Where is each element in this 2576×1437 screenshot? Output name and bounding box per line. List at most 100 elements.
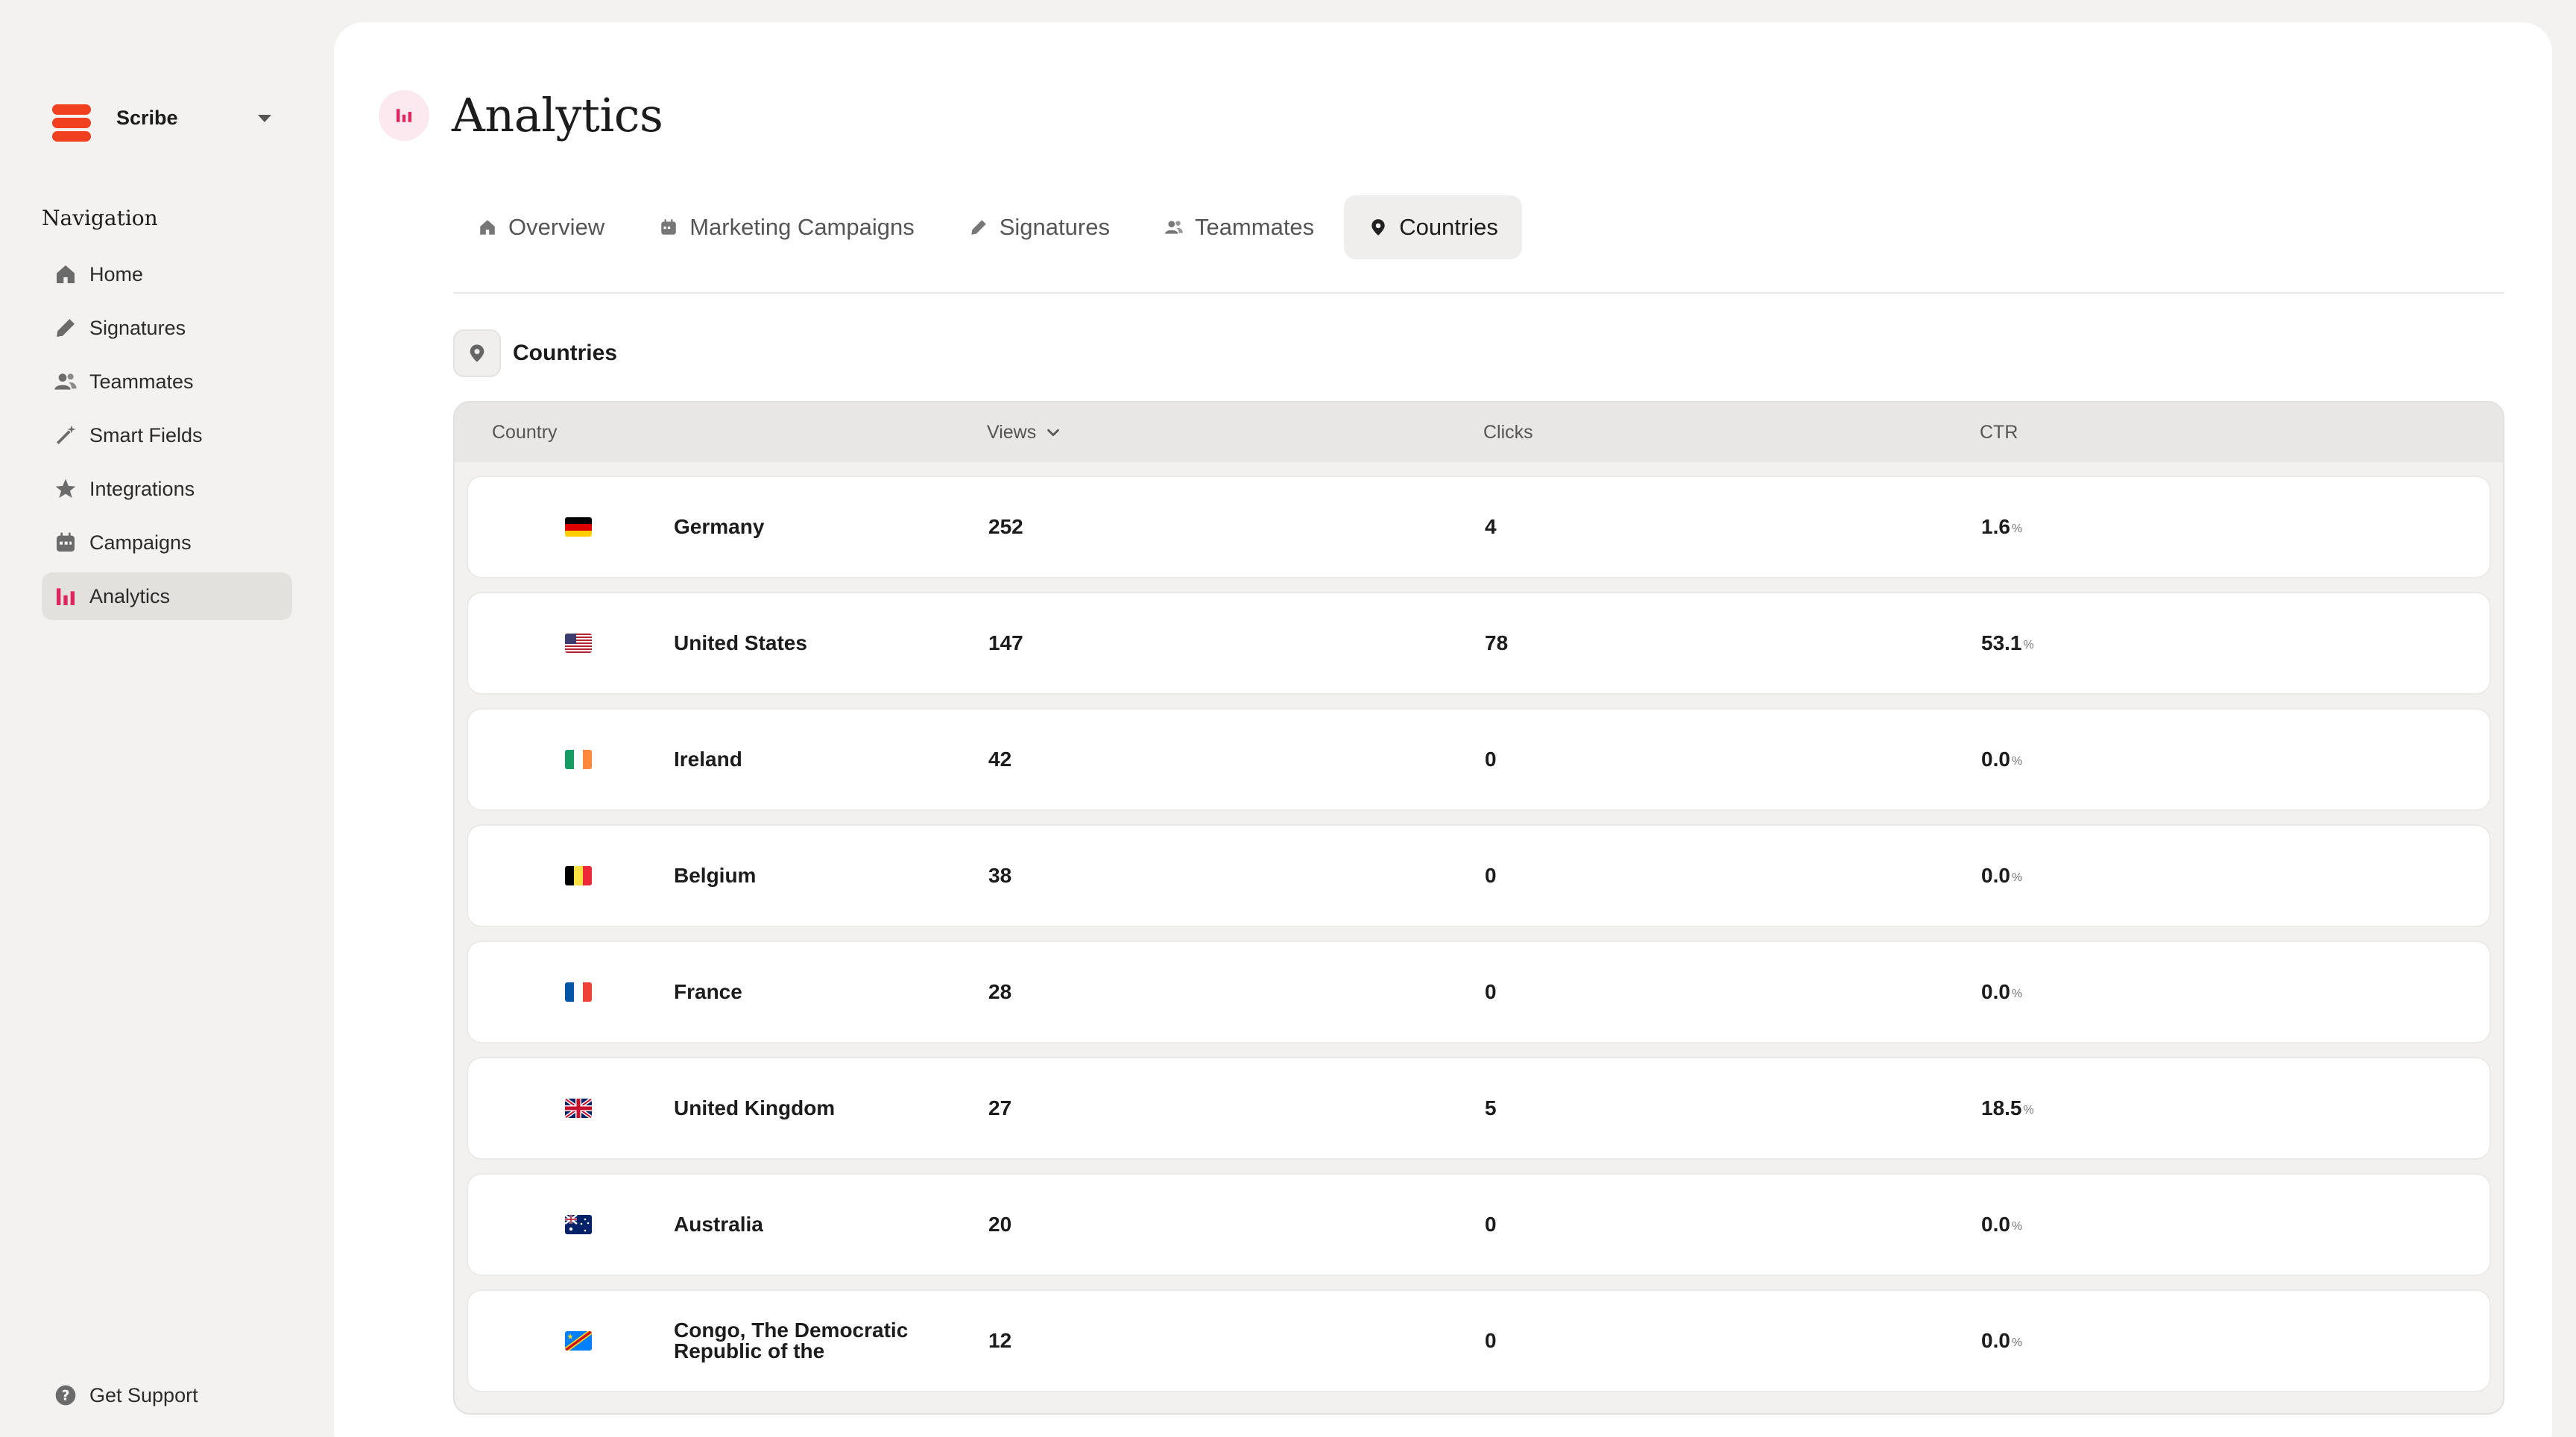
pen-icon: [968, 217, 989, 238]
main-panel: Analytics Overview Marketing Campaigns S…: [334, 22, 2552, 1437]
chart-bar-icon: [379, 89, 429, 141]
tab-overview[interactable]: Overview: [453, 195, 628, 259]
sidebar-item-campaigns[interactable]: Campaigns: [42, 519, 292, 566]
tab-marketing-campaigns[interactable]: Marketing Campaigns: [634, 195, 938, 259]
views-value: 20: [988, 1213, 1012, 1236]
help-icon: ?: [52, 1382, 79, 1409]
views-value: 27: [988, 1096, 1012, 1119]
country-name: Australia: [674, 1213, 763, 1236]
calendar-icon: [52, 529, 79, 556]
workspace-switcher[interactable]: Scribe: [42, 83, 292, 152]
country-name: Germany: [674, 515, 765, 538]
ctr-value: 0.0: [1981, 980, 2010, 1003]
home-icon: [52, 261, 79, 288]
flag-germany-icon: [565, 477, 592, 577]
calendar-icon: [658, 217, 679, 238]
table-row[interactable]: Congo, The Democratic Republic of the 12…: [467, 1289, 2491, 1392]
tab-signatures[interactable]: Signatures: [944, 195, 1134, 259]
workspace-name: Scribe: [116, 106, 178, 129]
clicks-value: 0: [1485, 748, 1497, 771]
column-header-views[interactable]: Views: [987, 402, 1061, 462]
ctr-unit: %: [2011, 988, 2023, 1000]
country-name: Congo, The Democratic Republic of the: [674, 1318, 909, 1362]
app: Scribe Navigation Home Signatures Teamma…: [0, 0, 2576, 1437]
tab-label: Overview: [508, 214, 605, 240]
column-header-clicks[interactable]: Clicks: [1483, 402, 1533, 462]
sidebar-item-signatures[interactable]: Signatures: [42, 304, 292, 352]
sidebar-item-label: Signatures: [89, 316, 186, 339]
flag-france-icon: [565, 942, 592, 1042]
get-support-link[interactable]: ? Get Support: [42, 1371, 292, 1419]
table-row[interactable]: United Kingdom 27 5 18.5%: [467, 1057, 2491, 1160]
table-header: Country Views Clicks CTR: [455, 402, 2503, 462]
ctr-cell: 0.0%: [1981, 942, 2022, 1042]
ctr-value: 1.6: [1981, 515, 2010, 538]
views-value: 42: [988, 748, 1012, 771]
location-pin-icon: [453, 329, 501, 377]
nav-heading: Navigation: [42, 206, 158, 230]
table-row[interactable]: United States 147 78 53.1%: [467, 592, 2491, 695]
clicks-value: 5: [1485, 1096, 1497, 1119]
table-row[interactable]: Ireland 42 0 0.0%: [467, 708, 2491, 811]
page-header: Analytics: [379, 88, 663, 142]
ctr-cell: 0.0%: [1981, 710, 2022, 809]
location-pin-icon: [1368, 217, 1389, 238]
country-name: Belgium: [674, 864, 757, 887]
section-header: Countries: [453, 329, 617, 377]
clicks-value: 4: [1485, 515, 1497, 538]
table-row[interactable]: Germany 252 4 1.6%: [467, 476, 2491, 578]
country-name: France: [674, 980, 742, 1003]
ctr-value: 0.0: [1981, 1213, 2010, 1236]
ctr-value: 0.0: [1981, 1329, 2010, 1352]
column-header-country[interactable]: Country: [492, 402, 558, 462]
country-name: United Kingdom: [674, 1096, 836, 1119]
ctr-unit: %: [2011, 1220, 2023, 1233]
ctr-value: 0.0: [1981, 864, 2010, 887]
ctr-cell: 0.0%: [1981, 1175, 2022, 1275]
table-row[interactable]: France 28 0 0.0%: [467, 941, 2491, 1043]
nav-list: Home Signatures Teammates Smart Fields I…: [42, 250, 292, 626]
countries-table: Country Views Clicks CTR Germany 252 4 1…: [453, 401, 2504, 1415]
ctr-unit: %: [2011, 871, 2023, 884]
table-row[interactable]: Australia 20 0 0.0%: [467, 1173, 2491, 1276]
clicks-value: 0: [1485, 980, 1497, 1003]
flag-australia-icon: [565, 1175, 592, 1275]
flag-dr-congo-icon: [565, 1291, 592, 1391]
ctr-unit: %: [2011, 755, 2023, 768]
ctr-cell: 0.0%: [1981, 826, 2022, 926]
tabs-divider: [453, 292, 2504, 294]
page-title: Analytics: [452, 88, 663, 142]
table-row[interactable]: Belgium 38 0 0.0%: [467, 824, 2491, 927]
column-header-ctr[interactable]: CTR: [1980, 402, 2018, 462]
ctr-value: 53.1: [1981, 631, 2022, 654]
ctr-unit: %: [2023, 1104, 2034, 1117]
tab-label: Teammates: [1194, 214, 1315, 240]
chevron-down-icon: [1047, 429, 1060, 437]
views-value: 12: [988, 1329, 1012, 1352]
sidebar-item-label: Home: [89, 262, 144, 285]
sidebar-item-home[interactable]: Home: [42, 250, 292, 298]
clicks-value: 78: [1485, 631, 1509, 654]
flag-belgium-icon: [565, 826, 592, 926]
tab-teammates[interactable]: Teammates: [1140, 195, 1338, 259]
ctr-value: 0.0: [1981, 748, 2010, 771]
sidebar-item-label: Smart Fields: [89, 423, 203, 446]
clicks-value: 0: [1485, 864, 1497, 887]
star-icon: [52, 476, 79, 502]
ctr-cell: 53.1%: [1981, 593, 2034, 693]
tab-label: Countries: [1399, 214, 1498, 240]
sidebar-item-integrations[interactable]: Integrations: [42, 465, 292, 513]
clicks-value: 0: [1485, 1329, 1497, 1352]
sidebar-item-analytics[interactable]: Analytics: [42, 572, 292, 620]
home-icon: [477, 217, 498, 238]
country-name: United States: [674, 631, 807, 654]
scribe-logo-icon: [48, 92, 98, 143]
clicks-value: 0: [1485, 1213, 1497, 1236]
sidebar-item-label: Campaigns: [89, 531, 192, 554]
flag-ireland-icon: [565, 710, 592, 809]
tab-countries[interactable]: Countries: [1344, 195, 1522, 259]
ctr-cell: 18.5%: [1981, 1058, 2034, 1158]
sidebar-item-smart-fields[interactable]: Smart Fields: [42, 411, 292, 459]
sidebar-item-teammates[interactable]: Teammates: [42, 358, 292, 405]
section-title: Countries: [513, 341, 618, 365]
